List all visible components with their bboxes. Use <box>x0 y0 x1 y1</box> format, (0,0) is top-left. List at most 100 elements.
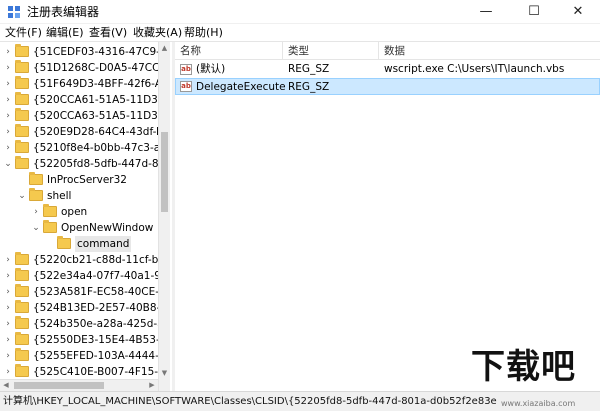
chevron-right-icon[interactable]: › <box>3 125 13 139</box>
regedit-app-icon <box>8 6 20 18</box>
no-expander <box>45 237 55 251</box>
chevron-right-icon[interactable]: › <box>3 253 13 267</box>
tree-item[interactable]: › {52550DE3-15E4-4B53-9670 <box>0 332 170 348</box>
tree-item[interactable]: › {5210f8e4-b0bb-47c3-a8d9 <box>0 140 170 156</box>
value-type: REG_SZ <box>288 81 330 93</box>
tree-item[interactable]: › {525C410E-B007-4F15-81DD <box>0 364 170 380</box>
folder-icon <box>43 204 57 217</box>
tree-item-label: {52205fd8-5dfb-447d-801a <box>33 158 170 170</box>
folder-icon <box>15 44 29 57</box>
window-title: 注册表编辑器 <box>27 5 100 19</box>
maximize-button[interactable]: ☐ <box>512 0 556 24</box>
chevron-right-icon[interactable]: › <box>3 301 13 315</box>
tree-item-label: {520E9D28-64C4-43df-BEED <box>33 126 170 138</box>
chevron-right-icon[interactable]: › <box>3 45 13 59</box>
menu-favorites[interactable]: 收藏夹(A) <box>133 25 182 41</box>
chevron-right-icon[interactable]: › <box>3 349 13 363</box>
scroll-down-arrow-icon[interactable]: ▼ <box>159 367 170 379</box>
tree-item-label: open <box>61 206 88 218</box>
folder-icon <box>57 236 71 249</box>
value-type: REG_SZ <box>288 63 330 75</box>
tree-item-label: {525C410E-B007-4F15-81DD <box>33 366 170 378</box>
chevron-right-icon[interactable]: › <box>3 365 13 379</box>
chevron-right-icon[interactable]: › <box>3 333 13 347</box>
tree-item-label: {51D1268C-D0A5-47CC-A51 <box>33 62 170 74</box>
column-header-data[interactable]: 数据 <box>379 42 600 60</box>
tree-horizontal-scrollbar[interactable]: ◀ ▶ <box>0 379 158 391</box>
tree-item[interactable]: › {51D1268C-D0A5-47CC-A51 <box>0 60 170 76</box>
scroll-up-arrow-icon[interactable]: ▲ <box>159 42 170 54</box>
chevron-right-icon[interactable]: › <box>3 77 13 91</box>
tree-item[interactable]: › {5220cb21-c88d-11cf-b347 <box>0 252 170 268</box>
chevron-right-icon[interactable]: › <box>3 317 13 331</box>
value-name: DelegateExecute <box>196 81 286 93</box>
tree-item[interactable]: ⌄ shell <box>0 188 170 204</box>
tree-item[interactable]: › open <box>0 204 170 220</box>
no-expander <box>17 173 27 187</box>
tree-item[interactable]: ⌄ OpenNewWindow <box>0 220 170 236</box>
menu-edit[interactable]: 编辑(E) <box>46 25 84 41</box>
tree-item[interactable]: › {524b350e-a28a-425d-a472 <box>0 316 170 332</box>
watermark: 下载吧 www.xiazaiba.com <box>471 346 597 408</box>
watermark-url: www.xiazaiba.com <box>501 399 576 408</box>
registry-tree[interactable]: › {51CEDF03-4316-47C9-8100 › {51D1268C-D0A5… <box>0 42 170 391</box>
watermark-logo: 下载吧 <box>471 347 576 387</box>
chevron-right-icon[interactable]: › <box>3 141 13 155</box>
string-value-icon: ab <box>180 64 192 75</box>
folder-icon <box>15 316 29 329</box>
chevron-down-icon[interactable]: ⌄ <box>31 221 41 235</box>
column-header-name[interactable]: 名称 <box>175 42 283 60</box>
value-name: (默认) <box>196 63 226 75</box>
menu-bar: 文件(F) 编辑(E) 查看(V) 收藏夹(A) 帮助(H) <box>0 24 600 42</box>
tree-item-label: command <box>75 236 132 252</box>
tree-item[interactable]: › {520E9D28-64C4-43df-BEED <box>0 124 170 140</box>
chevron-right-icon[interactable]: › <box>3 61 13 75</box>
minimize-button[interactable]: — <box>464 0 508 24</box>
list-header: 名称 类型 数据 <box>175 42 600 60</box>
folder-icon <box>15 92 29 105</box>
chevron-down-icon[interactable]: ⌄ <box>3 157 13 171</box>
folder-icon <box>15 252 29 265</box>
menu-view[interactable]: 查看(V) <box>89 25 127 41</box>
tree-item[interactable]: › {51F649D3-4BFF-42f6-A253 <box>0 76 170 92</box>
scroll-thumb[interactable] <box>161 132 168 212</box>
tree-item-label: {522e34a4-07f7-40a1-94d0 <box>33 270 170 282</box>
title-bar: 注册表编辑器 — ☐ ✕ <box>0 0 600 24</box>
menu-file[interactable]: 文件(F) <box>5 25 42 41</box>
tree-item[interactable]: › {520CCA61-51A5-11D3-914 <box>0 92 170 108</box>
tree-item-label: {524b350e-a28a-425d-a472 <box>33 318 170 330</box>
list-row-selected[interactable]: ab DelegateExecute REG_SZ <box>175 78 600 95</box>
menu-help[interactable]: 帮助(H) <box>184 25 223 41</box>
chevron-right-icon[interactable]: › <box>3 285 13 299</box>
folder-icon <box>15 348 29 361</box>
folder-icon <box>15 124 29 137</box>
scroll-thumb-horizontal[interactable] <box>14 382 104 389</box>
chevron-right-icon[interactable]: › <box>31 205 41 219</box>
tree-item[interactable]: › {523A581F-EC58-40CE-99D3 <box>0 284 170 300</box>
tree-item[interactable]: › {522e34a4-07f7-40a1-94d0 <box>0 268 170 284</box>
tree-item[interactable]: ⌄ {52205fd8-5dfb-447d-801a <box>0 156 170 172</box>
scroll-right-arrow-icon[interactable]: ▶ <box>146 380 158 391</box>
folder-icon <box>43 220 57 233</box>
tree-item-selected[interactable]: command <box>0 236 170 252</box>
tree-item[interactable]: InProcServer32 <box>0 172 170 188</box>
list-row[interactable]: ab (默认) REG_SZ wscript.exe C:\Users\IT\l… <box>175 61 600 78</box>
tree-vertical-scrollbar[interactable]: ▲ ▼ <box>158 42 170 391</box>
folder-icon <box>15 60 29 73</box>
folder-icon <box>15 364 29 377</box>
chevron-right-icon[interactable]: › <box>3 109 13 123</box>
scroll-left-arrow-icon[interactable]: ◀ <box>0 380 12 391</box>
tree-item-label: {5210f8e4-b0bb-47c3-a8d9 <box>33 142 170 154</box>
tree-item-label: InProcServer32 <box>47 174 127 186</box>
close-button[interactable]: ✕ <box>556 0 600 24</box>
chevron-right-icon[interactable]: › <box>3 269 13 283</box>
tree-item[interactable]: › {51CEDF03-4316-47C9-8100 <box>0 44 170 60</box>
column-header-type[interactable]: 类型 <box>283 42 379 60</box>
tree-item-label: shell <box>47 190 72 202</box>
tree-item[interactable]: › {5255EFED-103A-4444-B124 <box>0 348 170 364</box>
tree-item[interactable]: › {520CCA63-51A5-11D3-914 <box>0 108 170 124</box>
tree-item[interactable]: › {524B13ED-2E57-40B8-B801 <box>0 300 170 316</box>
folder-icon <box>15 140 29 153</box>
chevron-down-icon[interactable]: ⌄ <box>17 189 27 203</box>
chevron-right-icon[interactable]: › <box>3 93 13 107</box>
